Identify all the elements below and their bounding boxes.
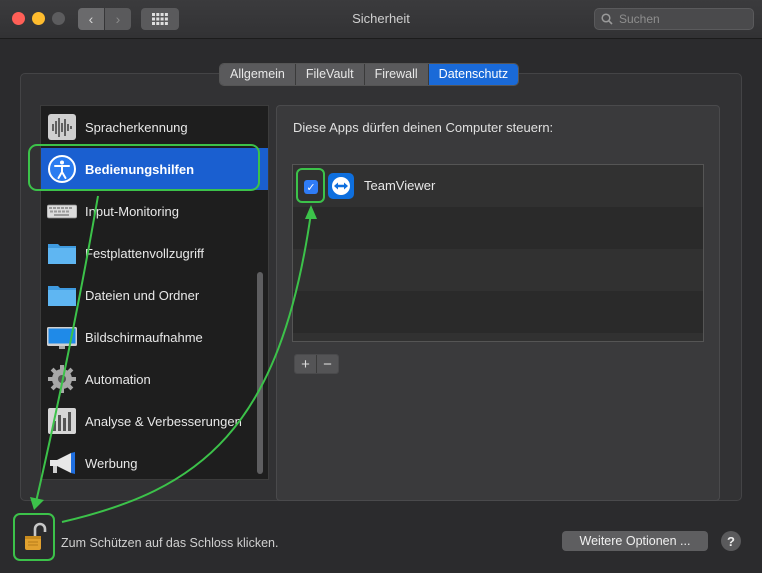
sidebar-item-label: Input-Monitoring (85, 203, 179, 219)
tab-bar: Allgemein FileVault Firewall Datenschutz (219, 63, 520, 86)
sidebar-item-label: Spracherkennung (85, 119, 188, 135)
sidebar-item-label: Werbung (85, 455, 138, 471)
app-list: ✓ TeamViewer (292, 164, 704, 342)
display-icon (47, 327, 77, 349)
sidebar-item-dateien-und-ordner[interactable]: Dateien und Ordner (41, 274, 268, 316)
keyboard-icon (47, 204, 77, 219)
list-item-empty (293, 207, 703, 249)
lock-hint-text: Zum Schützen auf das Schloss klicken. (61, 536, 279, 550)
waveform-icon (48, 114, 76, 140)
sidebar-item-analyse-verbesserungen[interactable]: Analyse & Verbesserungen (41, 400, 268, 442)
lock-icon[interactable] (22, 522, 48, 554)
tab-datenschutz[interactable]: Datenschutz (428, 64, 519, 85)
sidebar-item-label: Festplattenvollzugriff (85, 245, 204, 261)
title-bar: ‹ › Sicherheit (0, 0, 762, 39)
sidebar-item-automation[interactable]: Automation (41, 358, 268, 400)
more-options-button[interactable]: Weitere Optionen ... (562, 531, 708, 551)
gear-icon (48, 365, 76, 393)
remove-app-button[interactable]: − (316, 355, 338, 373)
sidebar-item-label: Analyse & Verbesserungen (85, 413, 242, 429)
sidebar-item-label: Automation (85, 371, 151, 387)
megaphone-icon (50, 452, 75, 474)
sidebar-scrollbar-thumb[interactable] (257, 272, 263, 474)
sidebar-item-label: Bildschirmaufnahme (85, 329, 203, 345)
help-button[interactable]: ? (721, 531, 741, 551)
tab-firewall[interactable]: Firewall (364, 64, 429, 85)
sidebar-item-spracherkennung[interactable]: Spracherkennung (41, 106, 268, 148)
search-input[interactable] (617, 11, 751, 27)
sidebar-item-bildschirmaufnahme[interactable]: Bildschirmaufnahme (41, 316, 268, 358)
add-app-button[interactable]: + (295, 355, 316, 373)
sidebar-item-bedienungshilfen[interactable]: Bedienungshilfen (41, 148, 268, 190)
app-enabled-checkbox[interactable]: ✓ (304, 180, 318, 194)
chart-icon (48, 408, 76, 434)
sidebar-item-werbung[interactable]: Werbung (41, 442, 268, 479)
checkmark-icon: ✓ (306, 181, 316, 194)
search-icon (601, 13, 613, 25)
list-item[interactable]: ✓ TeamViewer (293, 165, 703, 207)
app-name: TeamViewer (364, 178, 436, 193)
search-field[interactable] (594, 8, 754, 30)
accessibility-icon (48, 155, 76, 183)
teamviewer-icon (328, 173, 354, 199)
privacy-category-list: Spracherkennung Bedienungshilfen Input-M… (40, 105, 269, 480)
folder-icon (48, 244, 76, 264)
sidebar-item-label: Bedienungshilfen (85, 161, 195, 177)
folder-icon (48, 286, 76, 306)
sidebar-item-festplattenvollzugriff[interactable]: Festplattenvollzugriff (41, 232, 268, 274)
list-item-empty (293, 333, 703, 341)
sidebar-item-input-monitoring[interactable]: Input-Monitoring (41, 190, 268, 232)
tab-filevault[interactable]: FileVault (295, 64, 365, 85)
list-item-empty (293, 291, 703, 333)
list-item-empty (293, 249, 703, 291)
sidebar-item-label: Dateien und Ordner (85, 287, 200, 303)
apps-heading: Diese Apps dürfen deinen Computer steuer… (293, 120, 554, 135)
tab-allgemein[interactable]: Allgemein (220, 64, 296, 85)
add-remove-control: + − (294, 354, 339, 374)
